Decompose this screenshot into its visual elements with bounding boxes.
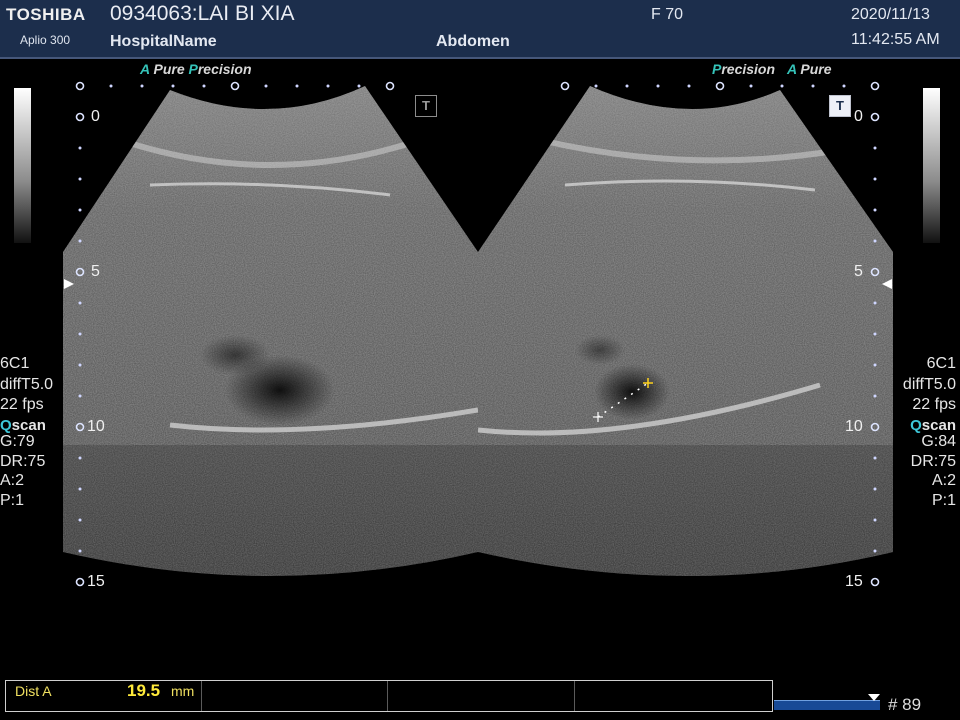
- a-label: A:2: [0, 472, 25, 489]
- probe-label: 6C1: [0, 355, 30, 372]
- left-acquisition-params: 6C1 diffT5.0 22 fps Qscan G:79 DR:75 A:2…: [0, 354, 53, 511]
- p-label: P:1: [931, 491, 956, 509]
- measurement-empty-cell: [201, 681, 388, 711]
- top-ruler-dots: [75, 81, 880, 91]
- right-transducer-orientation-icon[interactable]: T: [829, 95, 851, 117]
- right-depth-10: 10: [845, 418, 863, 435]
- left-grayscale-bar: [14, 88, 31, 243]
- right-depth-0: 0: [854, 108, 863, 125]
- p-label: P:1: [0, 491, 25, 509]
- right-depth-15: 15: [845, 573, 863, 590]
- ultrasound-image-area: [63, 81, 893, 587]
- left-depth-5: 5: [91, 263, 100, 280]
- measurement-label: Dist A: [15, 683, 52, 699]
- measurement-result-cell[interactable]: Dist A 19.5 mm: [6, 681, 202, 711]
- measurement-unit: mm: [171, 683, 195, 699]
- fps-label: 22 fps: [0, 396, 44, 413]
- measurement-panel: Dist A 19.5 mm: [5, 680, 773, 712]
- dynamic-range-label: DR:75: [0, 452, 46, 470]
- left-pure-precision-label: A Pure Precision: [140, 61, 252, 77]
- left-depth-0: 0: [91, 108, 100, 125]
- probe-label: 6C1: [926, 355, 956, 372]
- measurement-value: 19.5: [127, 681, 161, 700]
- cine-progress-bar[interactable]: [774, 700, 880, 710]
- fps-label: 22 fps: [912, 396, 956, 413]
- right-acquisition-params: 6C1 diffT5.0 22 fps Qscan G:84 DR:75 A:2…: [903, 354, 956, 511]
- left-depth-10: 10: [87, 418, 105, 435]
- right-pure-precision-label: Precision A Pure: [712, 61, 832, 77]
- mode-label: diffT5.0: [0, 375, 54, 393]
- a-label: A:2: [931, 472, 956, 489]
- right-depth-5: 5: [854, 263, 863, 280]
- left-transducer-orientation-icon[interactable]: T: [415, 95, 437, 117]
- measurement-empty-cell: [575, 681, 771, 711]
- dynamic-range-label: DR:75: [910, 452, 956, 470]
- left-depth-15: 15: [87, 573, 105, 590]
- mode-label: diffT5.0: [902, 375, 956, 393]
- left-ultrasound-sector: [63, 86, 478, 576]
- measurement-empty-cell: [388, 681, 575, 711]
- cine-position-marker[interactable]: [868, 694, 880, 701]
- right-grayscale-bar: [923, 88, 940, 243]
- frame-number: # 89: [888, 695, 922, 714]
- right-ultrasound-sector: [478, 86, 893, 576]
